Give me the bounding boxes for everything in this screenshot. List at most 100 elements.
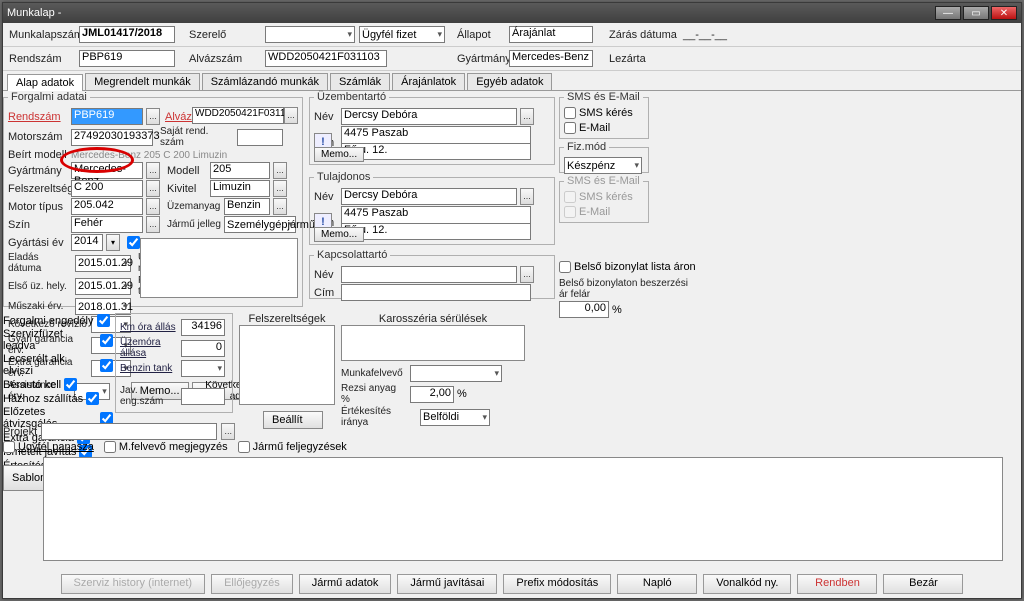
fa-felsz-pick[interactable]: … [146, 180, 160, 197]
fa-kivitel-pick[interactable]: … [273, 180, 287, 197]
fizmod-combo[interactable]: Készpénz [564, 157, 642, 174]
fa-mt-pick[interactable]: … [146, 198, 160, 215]
tab-szamlazando[interactable]: Számlázandó munkák [202, 73, 328, 90]
fa-jarmu-jelleg[interactable]: Személygépjármű [224, 216, 296, 233]
email-chk[interactable]: E-Mail [564, 122, 610, 134]
btn-vonalkod[interactable]: Vonalkód ny. [703, 574, 791, 594]
chk-tabs: Ügyfél panasza M.felvevő megjegyzés Járm… [3, 441, 347, 453]
ub-nev-pick[interactable]: … [520, 108, 534, 125]
fa-alvaz-pick[interactable]: … [284, 107, 298, 124]
btn-jarmu-adatok[interactable]: Jármű adatok [299, 574, 392, 594]
km-val[interactable]: 34196 [181, 319, 225, 336]
jav-eng[interactable] [181, 388, 225, 405]
ertek-combo[interactable]: Belföldi [420, 409, 490, 426]
uzem-val[interactable]: 0 [181, 340, 225, 357]
gyartmany-label: Gyártmány [457, 53, 505, 65]
fa-elso-uz[interactable]: 2015.01.29 [75, 278, 131, 295]
kp-pick[interactable]: … [520, 266, 534, 283]
fa-uzem-pick[interactable]: … [273, 198, 287, 215]
uzem-l[interactable]: Üzemóra állása [120, 337, 178, 359]
btn-rendben[interactable]: Rendben [797, 574, 877, 594]
fa-szin-l: Szín [8, 219, 68, 231]
fa-kivitel[interactable]: Limuzin [210, 180, 270, 197]
fa-motorszam[interactable]: 27492030193373 [71, 129, 153, 146]
btn-naplo[interactable]: Napló [617, 574, 697, 594]
chk-mfelvevo[interactable]: M.felvevő megjegyzés [104, 441, 228, 453]
minimize-button[interactable]: — [935, 6, 961, 20]
fa-gyartasi-ev[interactable]: 2014 [71, 234, 103, 251]
kp-cim-l: Cím [314, 287, 338, 299]
chk-szerviz[interactable] [100, 334, 113, 347]
chk-hazhoz[interactable] [86, 392, 99, 405]
fizmod-legend: Fiz.mód [564, 141, 609, 153]
fa-sajat[interactable] [237, 129, 283, 146]
chk-berauto[interactable] [64, 378, 77, 391]
belso-val[interactable]: 0,00 [559, 301, 609, 318]
chk-panasza[interactable]: Ügyfél panasza [3, 441, 94, 453]
tab-arajanlatok[interactable]: Árajánlatok [392, 73, 465, 90]
fa-motor-tipus[interactable]: 205.042 [71, 198, 143, 215]
maximize-button[interactable]: ▭ [963, 6, 989, 20]
fa-rendszam-l[interactable]: Rendszám [8, 111, 68, 123]
tu-pick[interactable]: … [520, 188, 534, 205]
uzembentarto-legend: Üzembentartó [314, 91, 389, 103]
tab-alap-adatok[interactable]: Alap adatok [7, 74, 83, 91]
karossz-listbox[interactable] [341, 325, 525, 361]
btn-jarmu-javitasai[interactable]: Jármű javításai [397, 574, 497, 594]
kmbox: Km óra állás34196 Üzemóra állása0 Benzin… [115, 313, 233, 413]
fa-modell-pick[interactable]: … [273, 162, 287, 179]
szerelo-combo[interactable] [265, 26, 355, 43]
ub-memo-btn[interactable]: Memo... [314, 147, 364, 162]
notes-textarea[interactable] [43, 457, 1003, 561]
forgalmi-fieldset: Forgalmi adatai Rendszám PBP619 … Alvázs… [3, 91, 303, 307]
beallit-btn[interactable]: Beállít [263, 411, 323, 429]
sms2-legend: SMS és E-Mail [564, 175, 643, 187]
fa-rendszam-pick[interactable]: … [146, 108, 160, 125]
fa-gyartmany[interactable]: Mercedes-Benz [71, 162, 143, 179]
felsz-col: Felszereltségek [239, 313, 335, 405]
fa-felsz[interactable]: C 200 [71, 180, 143, 197]
projekt-pick[interactable]: … [221, 423, 235, 440]
munkafelv-combo[interactable] [410, 365, 502, 382]
benzin-l[interactable]: Benzin tank [120, 363, 178, 374]
fa-uzemanyag[interactable]: Benzin [224, 198, 270, 215]
tu-memo-btn[interactable]: Memo... [314, 227, 364, 242]
chk-jarmu[interactable]: Jármű feljegyzések [238, 441, 347, 453]
belso-chk[interactable]: Belső bizonylat lista áron [559, 261, 696, 273]
km-l[interactable]: Km óra állás [120, 322, 178, 333]
projekt-field[interactable] [41, 423, 217, 440]
fa-eladas[interactable]: 2015.01.29 [75, 255, 131, 272]
close-button[interactable]: ✕ [991, 6, 1017, 20]
allapot-label: Állapot [457, 29, 505, 41]
fa-listbox[interactable] [140, 238, 298, 298]
forgalmi-legend: Forgalmi adatai [8, 91, 90, 103]
kp-nev[interactable] [341, 266, 517, 283]
fa-rendszam[interactable]: PBP619 [71, 108, 143, 125]
fa-szin-pick[interactable]: … [146, 216, 160, 233]
belso-label: Belső bizonylaton beszerzési ár felár [559, 278, 699, 300]
btn-bezar[interactable]: Bezár [883, 574, 963, 594]
tab-szamlak[interactable]: Számlák [330, 73, 390, 90]
fa-alvazszam[interactable]: WDD2050421F031103 [192, 107, 284, 124]
sms-chk[interactable]: SMS kérés [564, 107, 633, 119]
fa-gye-spin[interactable]: ▾ [106, 234, 120, 251]
felsz-listbox[interactable] [239, 325, 335, 405]
ugyfel-fizet-combo[interactable]: Ügyfél fizet [359, 26, 445, 43]
fa-motor-l: Motorszám [8, 131, 68, 143]
lezarta-label: Lezárta [609, 53, 679, 65]
fa-rogzitve-chk[interactable] [127, 236, 140, 249]
benzin-combo[interactable] [181, 360, 225, 377]
rezsi-val[interactable]: 2,00 [410, 386, 454, 403]
fa-szin[interactable]: Fehér [71, 216, 143, 233]
chk-forg-eng[interactable] [97, 314, 110, 327]
tab-egyeb[interactable]: Egyéb adatok [467, 73, 552, 90]
tab-megrendelt[interactable]: Megrendelt munkák [85, 73, 200, 90]
fa-gyart-pick[interactable]: … [146, 162, 160, 179]
tu-nev[interactable]: Dercsy Debóra [341, 188, 517, 205]
chk-lecserelt[interactable] [100, 359, 113, 372]
fa-modell[interactable]: 205 [210, 162, 270, 179]
jav-eng-l: Jav. eng.szám [120, 385, 178, 407]
btn-prefix[interactable]: Prefix módosítás [503, 574, 611, 594]
sms-legend: SMS és E-Mail [564, 91, 643, 103]
ub-nev[interactable]: Dercsy Debóra [341, 108, 517, 125]
